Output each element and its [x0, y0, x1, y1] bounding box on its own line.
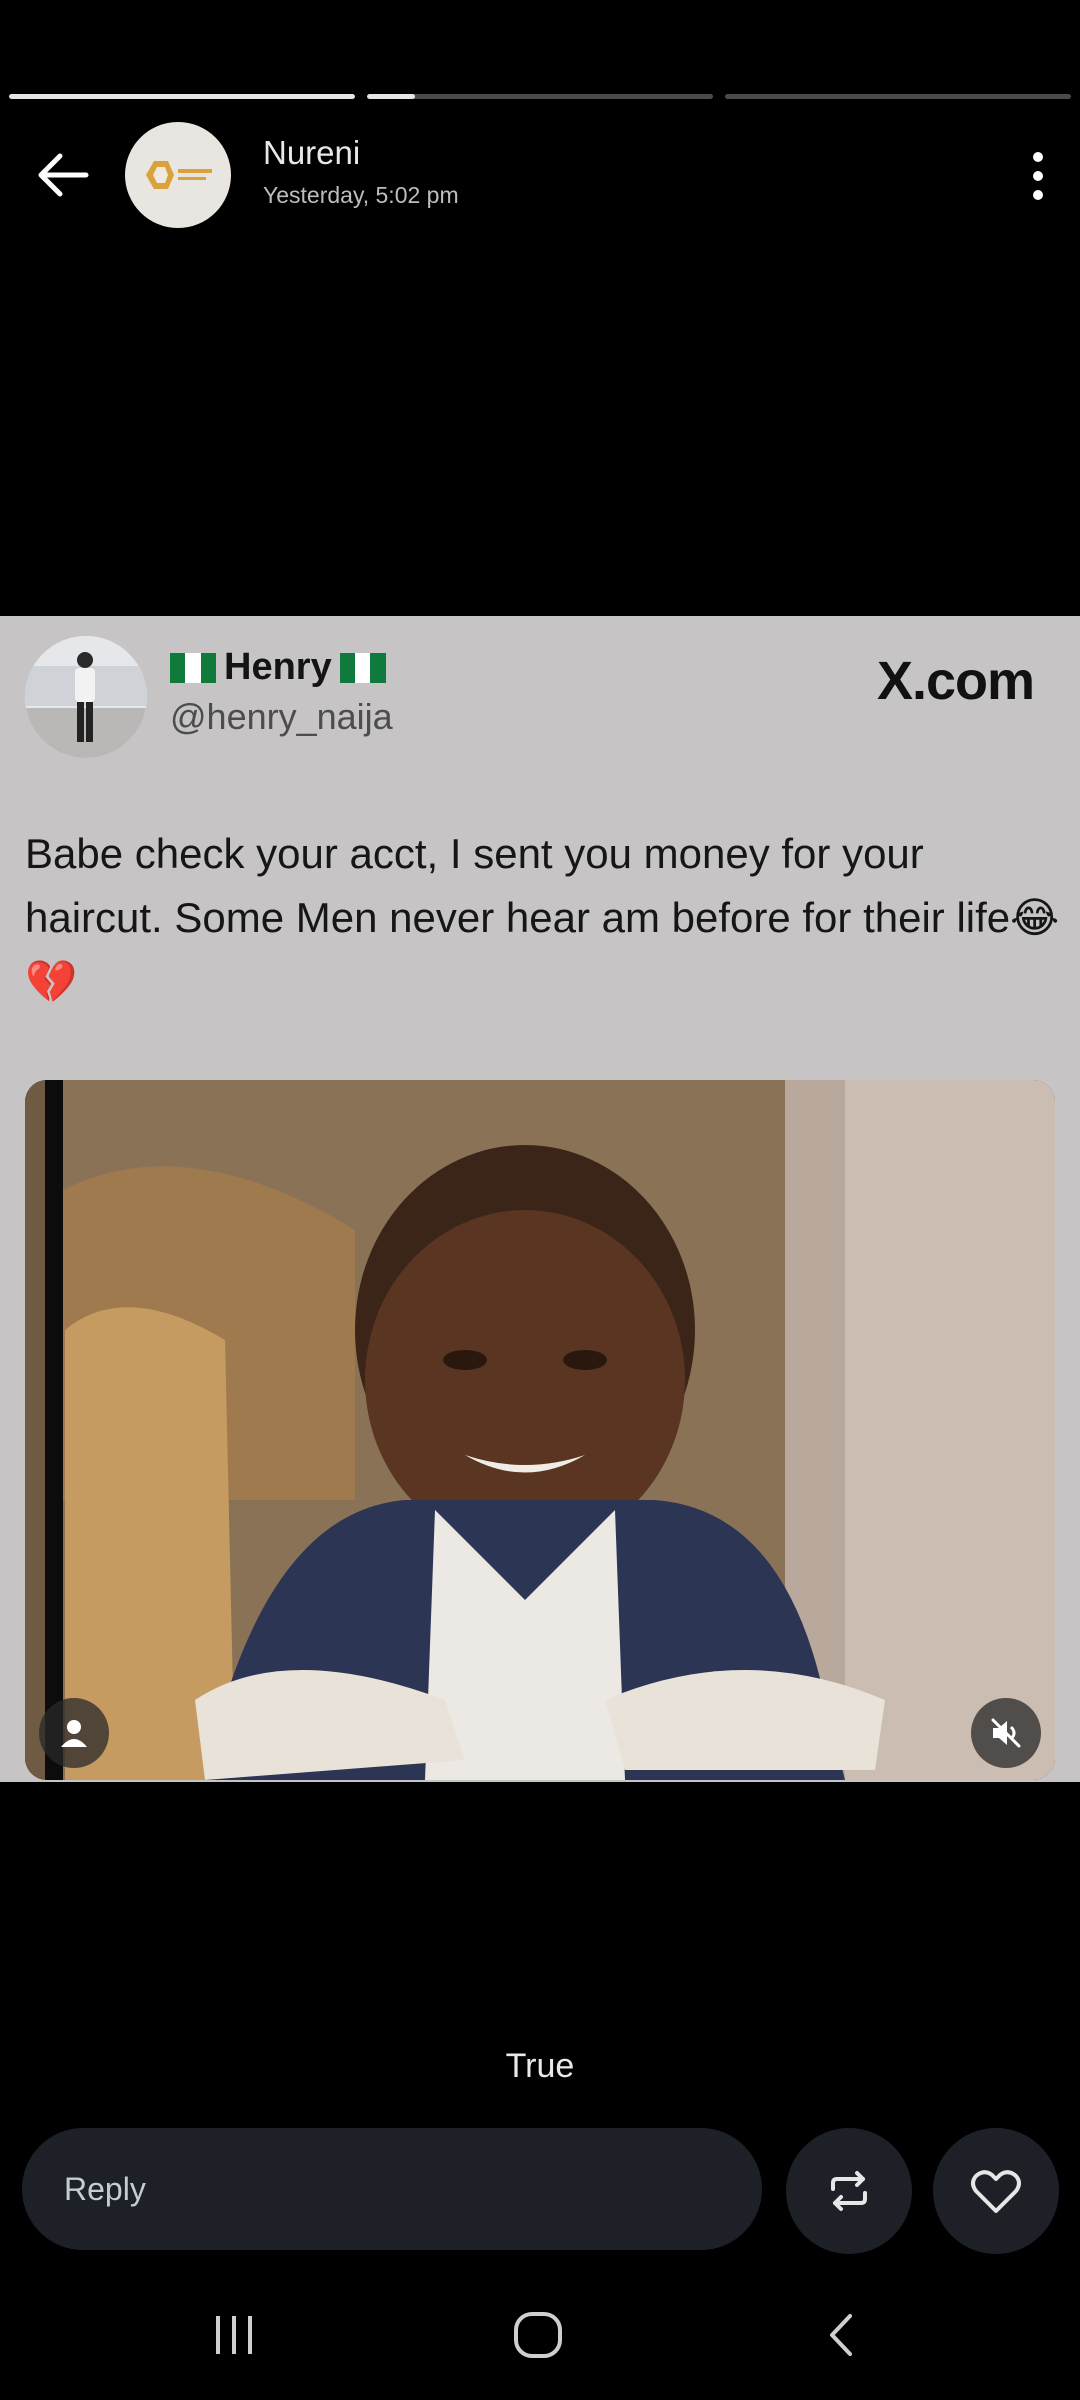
reply-input[interactable] [62, 2169, 666, 2209]
system-nav-bar [0, 2300, 1080, 2370]
nigeria-flag-icon [170, 652, 216, 683]
progress-segment-2 [367, 94, 713, 99]
tweet-avatar [25, 636, 147, 758]
tweet-text: Babe check your acct, I sent you money f… [25, 830, 1060, 1005]
tweet-card: Henry @henry_naija X.com Babe check your… [0, 616, 1080, 1782]
timestamp: Yesterday, 5:02 pm [263, 182, 459, 208]
like-button[interactable] [933, 2128, 1059, 2254]
more-vert-icon[interactable] [1028, 150, 1048, 202]
repost-icon [831, 2171, 867, 2211]
logo-icon [146, 161, 212, 189]
reply-box[interactable] [22, 2128, 762, 2250]
author-name[interactable]: Nureni [263, 134, 360, 172]
progress-segment-3 [725, 94, 1071, 99]
tweet-display-name: Henry [170, 646, 386, 689]
display-name-text: Henry [224, 646, 332, 688]
home-icon[interactable] [512, 2310, 566, 2365]
progress-segment-1 [9, 94, 355, 99]
back-nav-icon[interactable] [822, 2310, 862, 2365]
story-progress [9, 94, 1071, 100]
back-arrow-icon[interactable] [28, 140, 98, 210]
avatar[interactable] [125, 122, 231, 228]
repost-button[interactable] [786, 2128, 912, 2254]
meme-image [25, 1080, 1055, 1780]
person-icon[interactable] [39, 1698, 109, 1768]
recents-icon[interactable] [212, 2310, 258, 2365]
heart-icon [971, 2170, 1021, 2213]
source-logo: X.com [876, 651, 1035, 711]
story-caption: True [505, 2047, 575, 2085]
tweet-handle: @henry_naija [170, 696, 393, 737]
nigeria-flag-icon [339, 652, 386, 683]
mute-icon[interactable] [971, 1698, 1041, 1768]
tweet-media[interactable] [25, 1080, 1055, 1780]
story-header: Nureni Yesterday, 5:02 pm [0, 120, 1080, 230]
